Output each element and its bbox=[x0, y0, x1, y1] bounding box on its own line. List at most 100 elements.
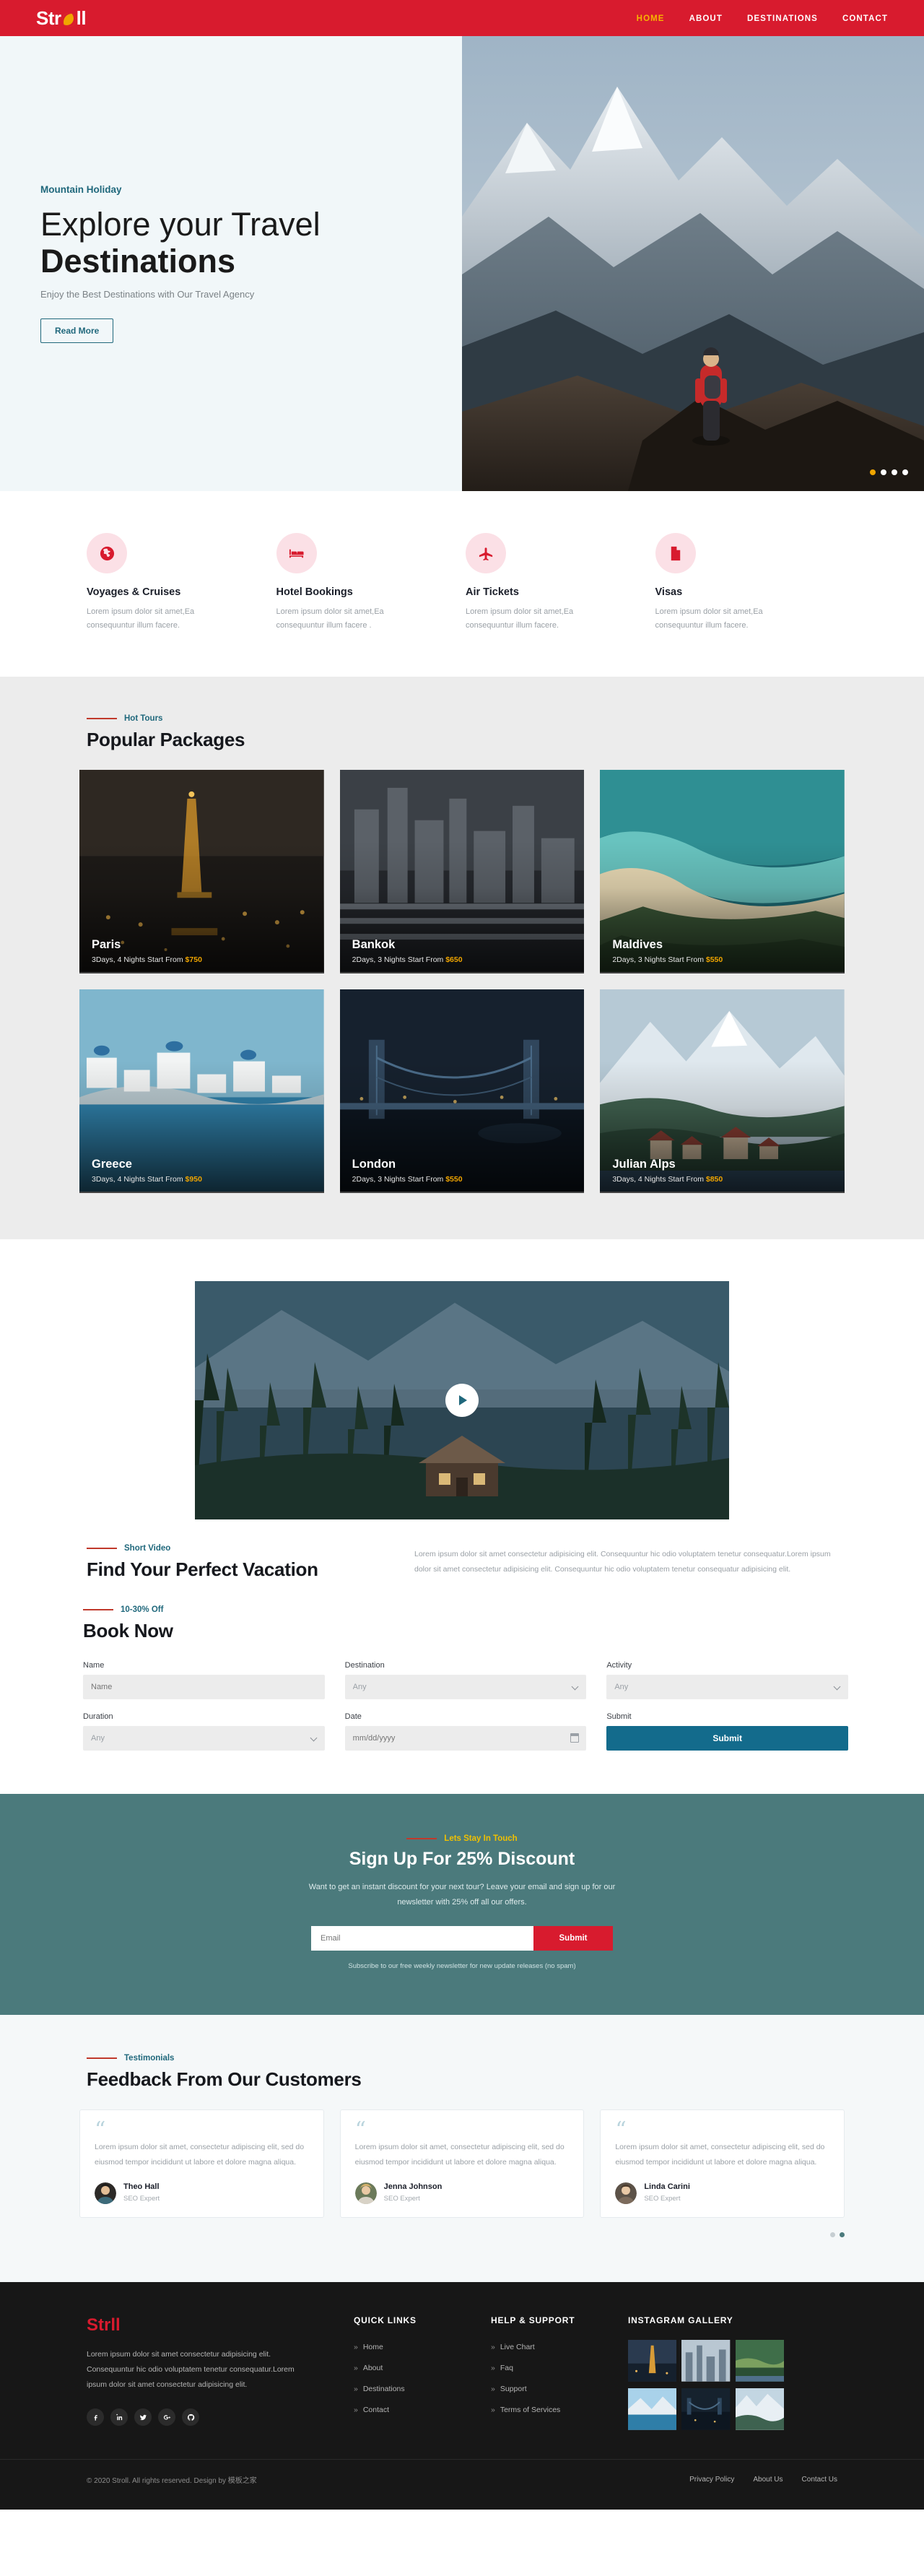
nav-links: HOME ABOUT DESTINATIONS CONTACT bbox=[637, 12, 888, 25]
about-us-link[interactable]: About Us bbox=[753, 2476, 783, 2484]
testimonial-pagination[interactable] bbox=[79, 2232, 845, 2238]
package-name: London bbox=[352, 1157, 396, 1171]
plane-icon bbox=[466, 533, 506, 573]
package-card[interactable]: Bankok 2Days, 3 Nights Start From $650 bbox=[339, 769, 585, 973]
label-dash bbox=[87, 717, 117, 719]
service-card[interactable]: Air Tickets Lorem ipsum dolor sit amet,E… bbox=[466, 533, 655, 633]
nav-item-destinations: DESTINATIONS bbox=[747, 12, 818, 25]
testimonial-dot-1[interactable] bbox=[830, 2232, 835, 2238]
slider-dot-3[interactable] bbox=[892, 469, 897, 475]
field-duration: Duration Any bbox=[83, 1712, 325, 1751]
nav-link-contact[interactable]: CONTACT bbox=[842, 14, 888, 23]
package-card[interactable]: London 2Days, 3 Nights Start From $550 bbox=[339, 989, 585, 1193]
package-price: $550 bbox=[705, 955, 723, 964]
package-name: Greece bbox=[92, 1157, 132, 1171]
footer-logo[interactable]: Str ll bbox=[87, 2315, 354, 2336]
footer-brand-column: Str ll Lorem ipsum dolor sit amet consect… bbox=[87, 2315, 354, 2432]
label-dash bbox=[87, 1547, 117, 1549]
package-meta: 3Days, 4 Nights Start From bbox=[92, 955, 186, 964]
package-card[interactable]: Greece 3Days, 4 Nights Start From $950 bbox=[79, 989, 324, 1193]
booking-section: 10-30% Off Book Now Name Destination Any… bbox=[0, 1581, 924, 1794]
package-name: Julian Alps bbox=[612, 1157, 676, 1171]
site-footer: Str ll Lorem ipsum dolor sit amet consect… bbox=[0, 2282, 924, 2510]
linkedin-icon[interactable] bbox=[110, 2408, 128, 2427]
newsletter-label-group: Lets Stay In Touch bbox=[79, 1834, 845, 1843]
footer-link-support[interactable]: Support bbox=[491, 2385, 527, 2393]
newsletter-fine-print: Subscribe to our free weekly newsletter … bbox=[348, 1962, 576, 1971]
contact-us-link[interactable]: Contact Us bbox=[802, 2476, 837, 2484]
packages-title: Popular Packages bbox=[87, 728, 245, 750]
newsletter-label: Lets Stay In Touch bbox=[444, 1834, 518, 1843]
slider-dot-1[interactable] bbox=[870, 469, 876, 475]
services-section: Voyages & Cruises Lorem ipsum dolor sit … bbox=[0, 491, 924, 677]
field-label-name: Name bbox=[83, 1660, 105, 1670]
destination-select[interactable]: Any bbox=[344, 1674, 587, 1699]
field-label-duration: Duration bbox=[83, 1712, 113, 1721]
service-desc: Lorem ipsum dolor sit amet,Ea consequunt… bbox=[466, 607, 574, 630]
calendar-icon[interactable] bbox=[570, 1732, 580, 1743]
package-card[interactable]: Julian Alps 3Days, 4 Nights Start From $… bbox=[600, 989, 845, 1193]
book-title: Book Now bbox=[83, 1619, 173, 1642]
instagram-thumb[interactable] bbox=[735, 2388, 784, 2432]
service-title: Voyages & Cruises bbox=[87, 586, 181, 598]
instagram-thumb[interactable] bbox=[735, 2340, 784, 2383]
instagram-thumb[interactable] bbox=[628, 2388, 677, 2432]
instagram-thumb[interactable] bbox=[681, 2388, 731, 2432]
package-meta: 2Days, 3 Nights Start From bbox=[352, 1174, 446, 1184]
duration-select[interactable]: Any bbox=[83, 1725, 325, 1751]
hero-title-line1: Explore your Travel bbox=[40, 206, 321, 243]
footer-logo-text-last: ll bbox=[110, 2315, 121, 2336]
service-card[interactable]: Hotel Bookings Lorem ipsum dolor sit ame… bbox=[276, 533, 466, 633]
activity-select[interactable]: Any bbox=[606, 1674, 848, 1699]
package-price: $550 bbox=[445, 1174, 463, 1184]
instagram-thumb[interactable] bbox=[681, 2340, 731, 2383]
video-label-group: Short Video bbox=[87, 1544, 375, 1553]
top-navbar: Str ll HOME ABOUT DESTINATIONS CONTACT bbox=[0, 0, 924, 36]
date-input[interactable] bbox=[344, 1725, 587, 1751]
privacy-policy-link[interactable]: Privacy Policy bbox=[689, 2476, 734, 2484]
globe-icon bbox=[87, 533, 127, 573]
book-label-group: 10-30% Off bbox=[83, 1605, 848, 1614]
github-icon[interactable] bbox=[182, 2408, 199, 2427]
play-icon[interactable] bbox=[445, 1383, 479, 1417]
email-input[interactable] bbox=[311, 1926, 533, 1951]
footer-link-destinations[interactable]: Destinations bbox=[354, 2385, 405, 2393]
hero-slider-dots[interactable] bbox=[870, 469, 908, 475]
service-card[interactable]: Voyages & Cruises Lorem ipsum dolor sit … bbox=[87, 533, 276, 633]
video-player[interactable] bbox=[195, 1280, 729, 1519]
footer-link-about[interactable]: About bbox=[354, 2364, 383, 2372]
site-logo[interactable]: Str ll bbox=[36, 6, 87, 30]
newsletter-form: Submit bbox=[311, 1926, 613, 1951]
footer-link-faq[interactable]: Faq bbox=[491, 2364, 513, 2372]
footer-link-contact[interactable]: Contact bbox=[354, 2406, 389, 2414]
testimonial-dot-2[interactable] bbox=[840, 2232, 845, 2238]
footer-link-terms[interactable]: Terms of Services bbox=[491, 2406, 560, 2414]
video-section: Short Video Find Your Perfect Vacation L… bbox=[0, 1239, 924, 1581]
facebook-icon[interactable] bbox=[87, 2408, 104, 2427]
newsletter-submit-button[interactable]: Submit bbox=[533, 1926, 613, 1951]
name-input[interactable] bbox=[83, 1674, 325, 1699]
instagram-thumb[interactable] bbox=[628, 2340, 677, 2383]
slider-dot-4[interactable] bbox=[902, 469, 908, 475]
footer-link-live-chart[interactable]: Live Chart bbox=[491, 2343, 535, 2351]
packages-label-group: Hot Tours bbox=[87, 714, 845, 723]
slider-dot-2[interactable] bbox=[881, 469, 886, 475]
package-card[interactable]: Maldives 2Days, 3 Nights Start From $550 bbox=[600, 769, 845, 973]
google-plus-icon[interactable] bbox=[158, 2408, 175, 2427]
logo-text-first: Str bbox=[36, 6, 61, 29]
testimonial-role: SEO Expert bbox=[644, 2195, 681, 2203]
nav-link-home[interactable]: HOME bbox=[637, 14, 665, 23]
testimonial-role: SEO Expert bbox=[123, 2195, 160, 2203]
twitter-icon[interactable] bbox=[134, 2408, 152, 2427]
service-card[interactable]: Visas Lorem ipsum dolor sit amet,Ea cons… bbox=[655, 533, 845, 633]
instagram-gallery bbox=[628, 2340, 784, 2432]
field-label-date: Date bbox=[344, 1712, 362, 1721]
read-more-button[interactable]: Read More bbox=[40, 318, 114, 343]
nav-link-about[interactable]: ABOUT bbox=[689, 14, 723, 23]
footer-link-home[interactable]: Home bbox=[354, 2343, 383, 2351]
video-paragraph: Lorem ipsum dolor sit amet consectetur a… bbox=[414, 1549, 831, 1574]
nav-link-destinations[interactable]: DESTINATIONS bbox=[747, 14, 818, 23]
package-card[interactable]: Paris 3Days, 4 Nights Start From $750 bbox=[79, 769, 324, 973]
testimonial-card: “ Lorem ipsum dolor sit amet, consectetu… bbox=[79, 2109, 324, 2219]
booking-submit-button[interactable]: Submit bbox=[606, 1725, 848, 1751]
